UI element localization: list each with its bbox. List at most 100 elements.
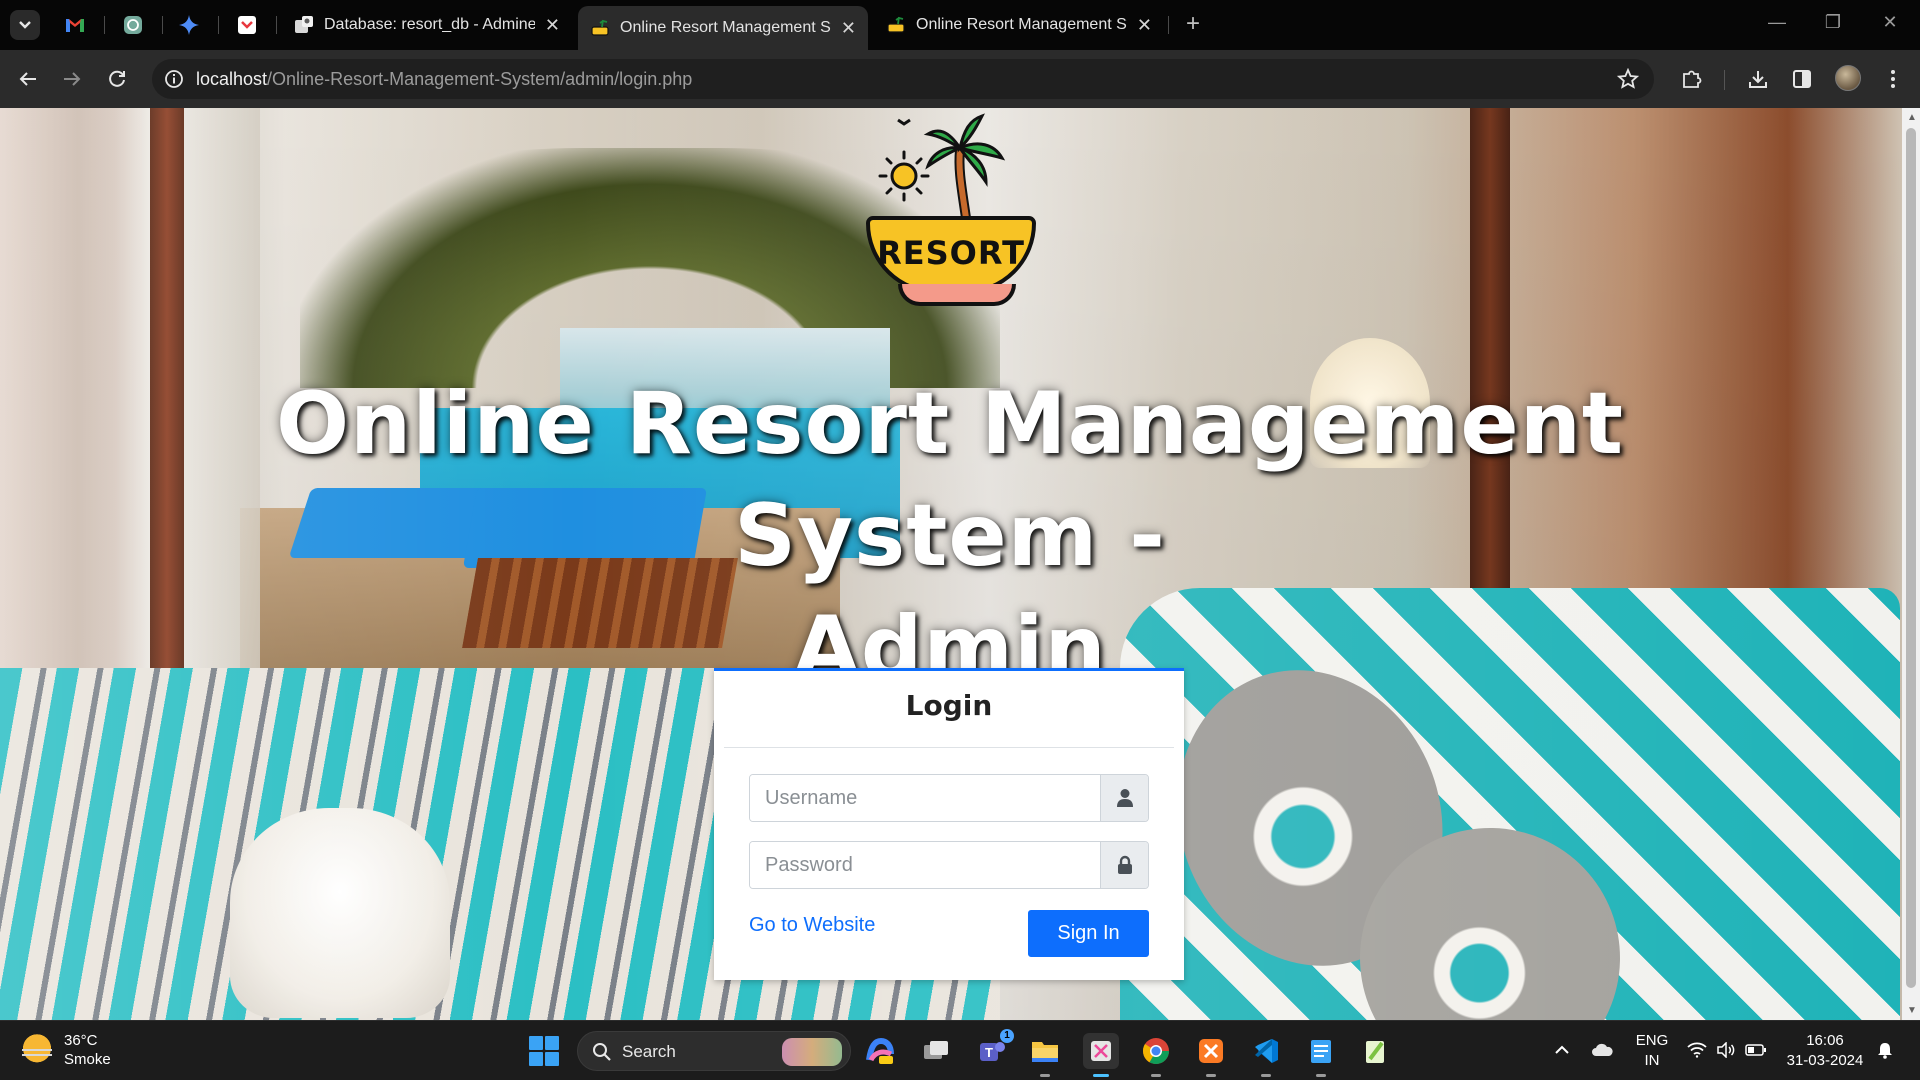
- weather-widget[interactable]: 36°C Smoke: [20, 1031, 111, 1069]
- sun-palm-icon: [878, 113, 1006, 219]
- task-view-app[interactable]: [918, 1033, 954, 1069]
- chrome-app[interactable]: [1138, 1033, 1174, 1077]
- scroll-up-icon[interactable]: ▲: [1907, 112, 1917, 123]
- page-title-line-1: Online Resort Management System -: [275, 374, 1625, 586]
- snipping-tool-app[interactable]: [1083, 1033, 1119, 1077]
- new-tab-button[interactable]: +: [1180, 12, 1206, 38]
- taskbar-search[interactable]: Search: [577, 1031, 851, 1071]
- browser-tab-strip: Database: resort_db - Adminer ✕ Online R…: [0, 0, 1920, 50]
- windows-start-icon[interactable]: [529, 1036, 559, 1066]
- battery-icon[interactable]: [1745, 1039, 1767, 1061]
- url-text[interactable]: localhost/Online-Resort-Management-Syste…: [196, 69, 692, 90]
- notepad-icon: [1311, 1040, 1331, 1063]
- forward-button[interactable]: [56, 63, 88, 95]
- profile-avatar[interactable]: [1835, 65, 1861, 91]
- xampp-app[interactable]: [1193, 1033, 1229, 1077]
- vscode-app[interactable]: [1248, 1033, 1284, 1077]
- chatgpt-icon: [124, 16, 142, 34]
- volume-icon[interactable]: [1715, 1039, 1737, 1061]
- scroll-thumb[interactable]: [1906, 128, 1916, 988]
- svg-text:T: T: [985, 1045, 993, 1060]
- reload-button[interactable]: [101, 63, 133, 95]
- password-group: [749, 841, 1149, 889]
- pocket-icon: [238, 16, 256, 34]
- username-input[interactable]: [750, 775, 1102, 821]
- search-highlight-image: [782, 1038, 842, 1066]
- side-panel-icon[interactable]: [1788, 65, 1816, 93]
- lock-icon: [1100, 842, 1148, 888]
- downloads-icon[interactable]: [1744, 65, 1772, 93]
- forward-icon: [64, 72, 81, 86]
- chevron-down-icon: [19, 21, 31, 29]
- copilot-icon: [866, 1037, 894, 1064]
- url-host: localhost: [196, 69, 268, 89]
- login-card: Login Go to Website Sign In: [714, 668, 1184, 980]
- snipping-tool-icon: [1091, 1041, 1111, 1061]
- pinned-tab-pocket[interactable]: [232, 10, 262, 40]
- chevron-up-icon[interactable]: [1551, 1039, 1573, 1061]
- gmail-icon: [66, 19, 84, 32]
- tab-search-button[interactable]: [10, 10, 40, 40]
- window-close-button[interactable]: ✕: [1875, 12, 1905, 33]
- tab-resort-admin[interactable]: Online Resort Management System ✕: [578, 6, 868, 50]
- chrome-icon: [1142, 1038, 1170, 1065]
- pinned-tab-chatgpt[interactable]: [118, 10, 148, 40]
- minimize-button[interactable]: —: [1762, 12, 1792, 33]
- search-label: Search: [622, 1042, 676, 1061]
- file-explorer-app[interactable]: [1027, 1033, 1063, 1077]
- notepad-plus-app[interactable]: [1358, 1033, 1394, 1069]
- tab-adminer[interactable]: Database: resort_db - Adminer ✕: [282, 6, 572, 44]
- go-to-website-link[interactable]: Go to Website: [749, 914, 875, 937]
- folder-icon: [1032, 1042, 1058, 1062]
- clock[interactable]: 16:06 31-03-2024: [1780, 1031, 1870, 1071]
- restore-button[interactable]: ❐: [1818, 12, 1848, 33]
- clock-time: 16:06: [1806, 1032, 1844, 1049]
- windows-taskbar: 36°C Smoke Search T 1 ENG IN 16:06 31-03…: [0, 1020, 1920, 1080]
- reload-icon: [109, 70, 125, 87]
- pinned-tab-gemini[interactable]: [174, 10, 204, 40]
- menu-icon[interactable]: [1879, 65, 1907, 93]
- sign-in-button[interactable]: Sign In: [1028, 910, 1149, 957]
- resort-favicon-icon: [590, 18, 610, 38]
- clock-date: 31-03-2024: [1786, 1052, 1864, 1069]
- onedrive-icon[interactable]: [1591, 1039, 1613, 1061]
- tab-title: Database: resort_db - Adminer: [324, 16, 535, 33]
- search-icon: [593, 1043, 611, 1061]
- extensions-icon[interactable]: [1677, 65, 1705, 93]
- login-divider: [724, 747, 1174, 748]
- back-icon: [19, 72, 36, 86]
- language-code: ENG: [1635, 1032, 1669, 1049]
- login-title: Login: [905, 689, 993, 722]
- vscode-icon: [1255, 1039, 1278, 1063]
- adminer-favicon-icon: [294, 15, 314, 35]
- scroll-down-icon[interactable]: ▼: [1907, 1005, 1917, 1016]
- pinned-tab-gmail[interactable]: [60, 10, 90, 40]
- close-icon[interactable]: ✕: [841, 18, 856, 39]
- site-info-icon[interactable]: [162, 67, 186, 91]
- user-icon: [1100, 775, 1148, 821]
- language-indicator[interactable]: ENG IN: [1632, 1031, 1672, 1071]
- resort-favicon-icon: [886, 15, 906, 35]
- close-icon[interactable]: ✕: [1137, 15, 1152, 36]
- password-input[interactable]: [750, 842, 1102, 888]
- teams-notification-badge: 1: [1000, 1029, 1014, 1043]
- back-button[interactable]: [12, 63, 44, 95]
- weather-smoke-icon: [20, 1033, 54, 1067]
- bell-icon[interactable]: [1874, 1039, 1896, 1061]
- tab-resort-site[interactable]: Online Resort Management System ✕: [874, 6, 1164, 44]
- task-view-icon: [924, 1041, 948, 1059]
- wifi-icon[interactable]: [1686, 1039, 1708, 1061]
- bookmark-star-icon[interactable]: [1616, 67, 1640, 91]
- notepad-app[interactable]: [1303, 1033, 1339, 1077]
- gemini-icon: [179, 15, 199, 35]
- close-icon[interactable]: ✕: [545, 15, 560, 36]
- address-bar[interactable]: localhost/Online-Resort-Management-Syste…: [152, 59, 1654, 99]
- logo-text: RESORT: [877, 234, 1025, 272]
- teams-app[interactable]: T 1: [974, 1029, 1014, 1069]
- tab-title: Online Resort Management System: [916, 16, 1127, 33]
- weather-temperature: 36°C: [64, 1032, 98, 1049]
- notepad-plus-icon: [1366, 1041, 1384, 1063]
- page-scrollbar[interactable]: ▲ ▼: [1902, 108, 1920, 1020]
- language-region: IN: [1644, 1052, 1660, 1069]
- copilot-app[interactable]: [862, 1033, 898, 1069]
